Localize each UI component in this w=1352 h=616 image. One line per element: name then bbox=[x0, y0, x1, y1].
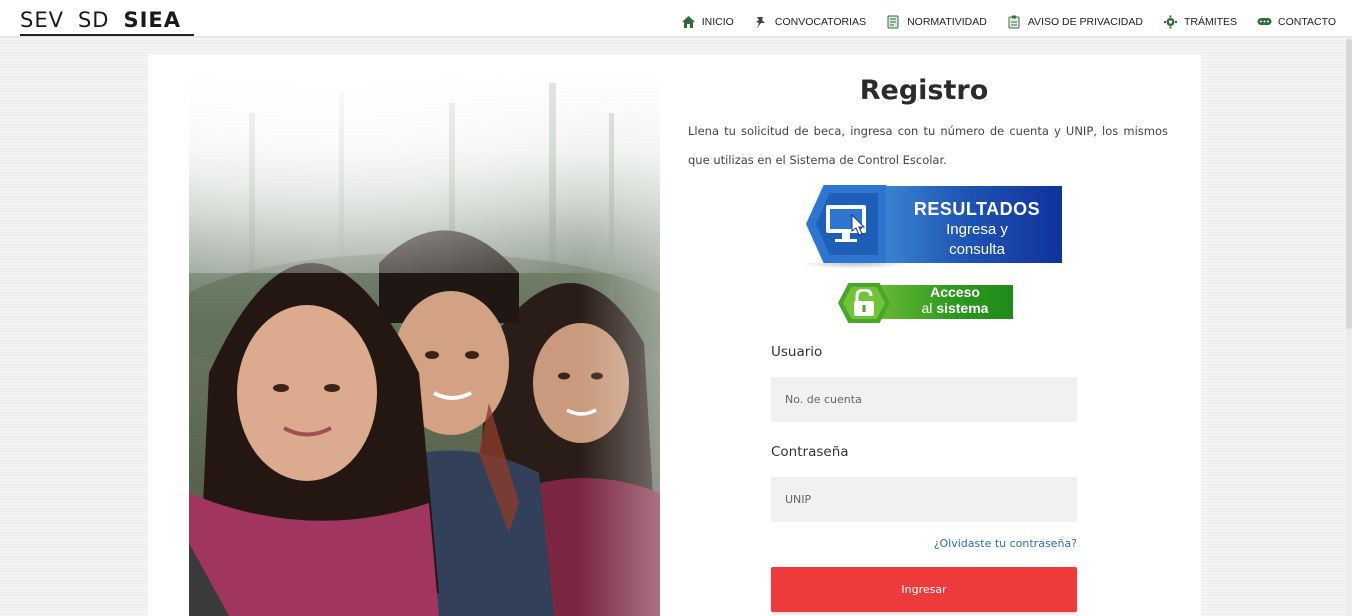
unlock-icon bbox=[851, 288, 877, 317]
nav-item-convocatorias[interactable]: CONVOCATORIAS bbox=[754, 15, 866, 29]
username-label: Usuario bbox=[771, 344, 823, 360]
computer-touch-icon bbox=[822, 201, 874, 247]
cog-icon bbox=[1163, 15, 1178, 29]
results-banner-line1: Ingresa y bbox=[946, 221, 1008, 238]
nav-label-normatividad: NORMATIVIDAD bbox=[907, 16, 987, 28]
page-title: Registro bbox=[859, 75, 989, 106]
intro-text: Llena tu solicitud de beca, ingresa con … bbox=[688, 124, 1168, 167]
nav-item-aviso-privacidad[interactable]: AVISO DE PRIVACIDAD bbox=[1007, 15, 1143, 29]
nav-item-contacto[interactable]: CONTACTO bbox=[1257, 15, 1336, 29]
results-banner-shadow bbox=[800, 263, 910, 269]
chat-icon bbox=[1257, 15, 1272, 29]
results-banner-title: RESULTADOS bbox=[913, 199, 1041, 219]
document-icon bbox=[886, 15, 901, 29]
nav-item-normatividad[interactable]: NORMATIVIDAD bbox=[886, 15, 987, 29]
pin-icon bbox=[754, 15, 769, 29]
registration-card: Registro Llena tu solicitud de beca, ing… bbox=[148, 55, 1201, 616]
access-banner-line2: al sistema bbox=[900, 300, 1010, 316]
scrollbar-thumb[interactable] bbox=[1346, 39, 1352, 329]
nav-item-tramites[interactable]: TRÁMITES bbox=[1163, 15, 1237, 29]
nav-label-inicio: INICIO bbox=[701, 16, 734, 28]
logo-siea: SIEA bbox=[123, 8, 182, 32]
nav-label-tramites: TRÁMITES bbox=[1183, 16, 1238, 28]
logo-sd: SD bbox=[77, 8, 110, 32]
nav-label-convocatorias: CONVOCATORIAS bbox=[774, 16, 867, 28]
main-nav: INICIO CONVOCATORIAS NORMATIVIDAD AVISO … bbox=[681, 12, 1336, 32]
access-banner-line2-prefix: al bbox=[921, 300, 937, 316]
students-photo bbox=[189, 73, 660, 616]
forgot-password-link[interactable]: ¿Olvidaste tu contraseña? bbox=[771, 537, 1077, 550]
nav-label-contacto: CONTACTO bbox=[1278, 16, 1336, 28]
page-scrollbar[interactable] bbox=[1346, 37, 1352, 616]
results-banner-subtitle: Ingresa y consulta bbox=[894, 220, 1060, 260]
results-banner-button[interactable]: RESULTADOS Ingresa y consulta bbox=[800, 185, 1062, 269]
account-number-input[interactable] bbox=[771, 377, 1077, 422]
login-submit-button[interactable]: Ingresar bbox=[771, 567, 1077, 612]
password-label: Contraseña bbox=[771, 444, 849, 460]
nav-item-inicio[interactable]: INICIO bbox=[681, 15, 734, 29]
site-logo[interactable]: SEV SD SIEA bbox=[20, 8, 194, 36]
access-system-button[interactable]: Acceso al sistema bbox=[838, 283, 1013, 323]
results-banner-line2: consulta bbox=[949, 241, 1005, 258]
clipboard-icon bbox=[1007, 15, 1022, 29]
top-header: SEV SD SIEA INICIO CONVOCATORIAS NORMATIVI… bbox=[0, 0, 1352, 37]
home-icon bbox=[681, 15, 696, 29]
access-banner-line2-emphasis: sistema bbox=[936, 300, 989, 316]
unip-password-input[interactable] bbox=[771, 477, 1077, 522]
photo-fade-overlay bbox=[580, 73, 660, 616]
logo-sev: SEV bbox=[20, 8, 64, 32]
access-banner-line1: Acceso bbox=[930, 284, 980, 300]
nav-label-aviso-privacidad: AVISO DE PRIVACIDAD bbox=[1027, 16, 1143, 28]
